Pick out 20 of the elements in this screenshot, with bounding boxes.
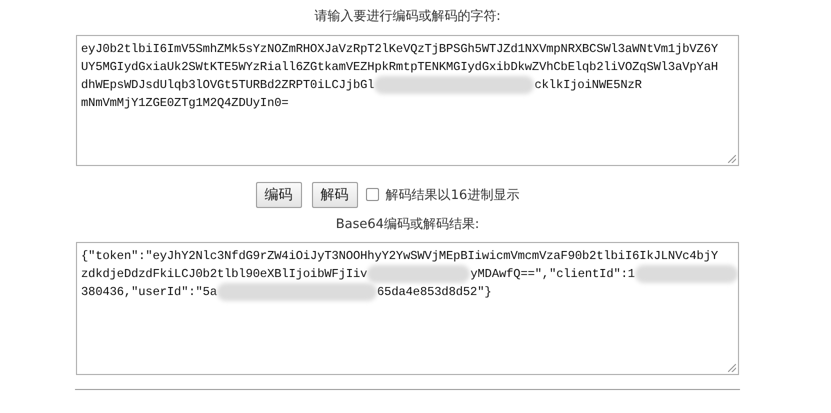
text-line: 65da4e853d8d52"}	[377, 284, 492, 301]
field-label: Base64编码或解码结果:	[336, 216, 480, 234]
text-line: dhWEpsWDJsdUlqb3lOVGt5TURBd2ZRPT0iLCJjbGl	[81, 77, 374, 94]
text-line: yMDAwfQ==","clientId":1	[470, 266, 635, 283]
resize-grip-icon[interactable]	[728, 364, 736, 372]
field-label: 请输入要进行编码或解码的字符:	[314, 8, 501, 26]
text-line: cklkIjoiNWE5NzR	[534, 77, 642, 94]
checkbox-label[interactable]: 解码结果以16进制显示	[386, 186, 520, 204]
resize-grip-icon[interactable]	[728, 155, 736, 163]
checkbox[interactable]	[366, 188, 379, 201]
text-line: mNmVmMjY1ZGE0ZTg1M2Q4ZDUyIn0=	[81, 95, 289, 112]
text-line: 380436,"userId":"5a	[81, 284, 217, 301]
text-line: eyJ0b2tlbiI6ImV5SmhZMk5sYzNOZmRHOXJaVzRpT2lKeVQzTjBPSGh5WTJZd1NXVmpNRXBCSWl3aWNtVm1jbVZ6Y	[81, 41, 718, 58]
text-line: UY5MGIydGxiaUk2SWtKTE5WYzRiall6ZGtkamVEZHpkRmtpTENKMGIydGxibDkwZVhCbElqb2liVOZqSWl3aVpYaH	[81, 59, 718, 76]
output-text-area[interactable]: {"token":"eyJhY2Nlc3NfdG9rZW4iOiJyT3NOOHhyY2YwSWVjMEpBIiwicmVmcmVzaF90b2tlbiI6IkJLNVc4bjY zdkdjeDdzdFkiLCJ0b2tlbl90eXBlIjoibWFjIiv yMDAwfQ==","clientId":1 380436,"userId":"5a 65da4e853d8d52"}	[76, 242, 739, 375]
text-line: zdkdjeDdzdFkiLCJ0b2tlbl90eXBlIjoibWFjIiv	[81, 266, 368, 283]
action-button[interactable]: 编码	[256, 182, 302, 208]
input-text-area[interactable]	[76, 35, 739, 166]
text-line: {"token":"eyJhY2Nlc3NfdG9rZW4iOiJyT3NOOHhyY2YwSWVjMEpBIiwicmVmcmVzaF90b2tlbiI6IkJLNVc4bjY	[81, 248, 718, 265]
action-button[interactable]: 解码	[312, 182, 358, 208]
